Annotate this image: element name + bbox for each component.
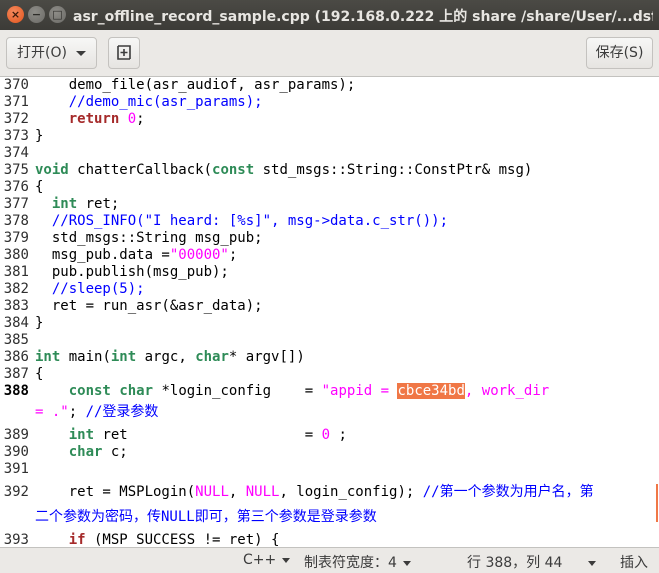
open-button[interactable]: 打开(O) — [6, 37, 97, 69]
new-document-button[interactable] — [108, 37, 140, 69]
window-title: asr_offline_record_sample.cpp (192.168.0… — [73, 9, 653, 25]
line-number: 385 — [3, 332, 29, 348]
language-selector[interactable]: C++ — [243, 552, 291, 568]
line-number: 370 — [3, 77, 29, 93]
line-text: = ."; //登录参数 — [35, 404, 159, 420]
window-titlebar[interactable]: × − □ asr_offline_record_sample.cpp (192… — [0, 0, 659, 30]
line-number: 381 — [3, 264, 29, 280]
line-number: 371 — [3, 94, 29, 110]
code-line: 385 — [0, 332, 29, 349]
line-text: int ret; — [51, 196, 120, 212]
selected-text: cbce34bd — [397, 383, 465, 399]
line-text: } — [35, 315, 44, 331]
line-text: //ROS_INFO("I heard: [%s]", msg->data.c_… — [51, 213, 449, 229]
line-text: 二个参数为密码，传NULL即可，第三个参数是登录参数 — [35, 509, 377, 525]
line-text: } — [35, 128, 44, 144]
code-line: 375 void chatterCallback(const std_msgs::… — [0, 162, 533, 179]
line-text: int main(int argc, char* argv[]) — [35, 349, 305, 365]
code-line: 378 //ROS_INFO("I heard: [%s]", msg->dat… — [0, 213, 448, 230]
new-tab-icon — [117, 45, 131, 60]
line-number: 389 — [3, 427, 29, 443]
line-number: 386 — [3, 349, 29, 365]
line-number: 382 — [3, 281, 29, 297]
open-button-label: 打开(O) — [17, 45, 67, 61]
code-line: 389 int ret = 0 ; — [0, 427, 347, 444]
line-text: { — [35, 366, 44, 382]
line-text: return 0; — [68, 111, 145, 127]
line-number: 375 — [3, 162, 29, 178]
chevron-down-icon — [76, 51, 86, 56]
line-number: 373 — [3, 128, 29, 144]
code-line: 381 pub.publish(msg_pub); — [0, 264, 229, 281]
line-number: 387 — [3, 366, 29, 382]
line-number: 374 — [3, 145, 29, 161]
line-number: 376 — [3, 179, 29, 195]
header-bar: 打开(O) 保存(S) — [0, 30, 659, 77]
code-line: 377 int ret; — [0, 196, 120, 213]
minimize-window-button[interactable]: − — [28, 6, 45, 23]
chevron-down-icon — [402, 560, 411, 566]
code-editor[interactable]: 370 demo_file(asr_audiof, asr_params); 3… — [0, 77, 659, 547]
line-text: char c; — [68, 444, 128, 460]
tab-width-label: 制表符宽度：4 — [304, 555, 397, 571]
code-line: 370 demo_file(asr_audiof, asr_params); — [0, 77, 356, 94]
line-text: std_msgs::String msg_pub; — [35, 230, 263, 246]
line-number: 380 — [3, 247, 29, 263]
line-text: demo_file(asr_audiof, asr_params); — [35, 77, 356, 93]
line-text: //demo_mic(asr_params); — [68, 94, 263, 110]
line-number: 384 — [3, 315, 29, 331]
code-line: 376 { — [0, 179, 44, 196]
code-line: 393 if (MSP_SUCCESS != ret) { — [0, 532, 280, 547]
code-line: 371 //demo_mic(asr_params); — [0, 94, 263, 111]
code-line: 392 ret = MSPLogin(NULL, NULL, login_con… — [0, 484, 594, 501]
code-line: 374 — [0, 145, 29, 162]
line-text: const char *login_config = "appid = cbce… — [68, 383, 550, 399]
code-line: 391 — [0, 461, 29, 478]
code-line: 383 ret = run_asr(&asr_data); — [0, 298, 263, 315]
wrap-indicator — [656, 484, 658, 522]
line-text: void chatterCallback(const std_msgs::Str… — [35, 162, 533, 178]
chevron-down-icon — [588, 560, 597, 566]
code-line: 372 return 0; — [0, 111, 145, 128]
chevron-down-icon — [282, 557, 291, 563]
line-number: 378 — [3, 213, 29, 229]
code-line: 390 char c; — [0, 444, 128, 461]
line-text: //sleep(5); — [51, 281, 145, 297]
code-line: 384} — [0, 315, 44, 332]
cursor-position-label: 行 388，列 44 — [467, 555, 563, 571]
code-line: 380 msg_pub.data ="00000"; — [0, 247, 238, 264]
insert-mode-indicator[interactable]: 插入 — [620, 552, 648, 572]
line-number: 393 — [3, 532, 29, 547]
status-bar: C++ 制表符宽度：4 行 388，列 44 插入 — [0, 547, 659, 573]
line-text: { — [35, 179, 44, 195]
line-text: ret = run_asr(&asr_data); — [35, 298, 263, 314]
line-text: if (MSP_SUCCESS != ret) { — [68, 532, 280, 547]
code-line: 379 std_msgs::String msg_pub; — [0, 230, 263, 247]
code-line: 373} — [0, 128, 44, 145]
line-number: 388 — [3, 383, 29, 399]
save-button[interactable]: 保存(S) — [586, 37, 653, 69]
line-number: 392 — [3, 484, 29, 500]
code-line: 382 //sleep(5); — [0, 281, 145, 298]
close-window-button[interactable]: × — [7, 6, 24, 23]
maximize-window-button[interactable]: □ — [49, 6, 66, 23]
language-label: C++ — [243, 552, 277, 568]
tab-width-selector[interactable]: 制表符宽度：4 — [304, 552, 411, 572]
line-text: msg_pub.data ="00000"; — [35, 247, 238, 263]
line-text: ret = MSPLogin(NULL, NULL, login_config)… — [35, 484, 594, 500]
line-number: 383 — [3, 298, 29, 314]
line-text: pub.publish(msg_pub); — [35, 264, 229, 280]
line-number: 390 — [3, 444, 29, 460]
line-number: 377 — [3, 196, 29, 212]
code-line: 386 int main(int argc, char* argv[]) — [0, 349, 305, 366]
cursor-position-selector[interactable]: 行 388，列 44 — [467, 552, 597, 572]
line-text: int ret = 0 ; — [68, 427, 347, 443]
line-number: 391 — [3, 461, 29, 477]
line-number: 372 — [3, 111, 29, 127]
line-number: 379 — [3, 230, 29, 246]
code-line: 387 { — [0, 366, 44, 383]
code-line-current: 388 const char *login_config = "appid = … — [0, 383, 549, 400]
